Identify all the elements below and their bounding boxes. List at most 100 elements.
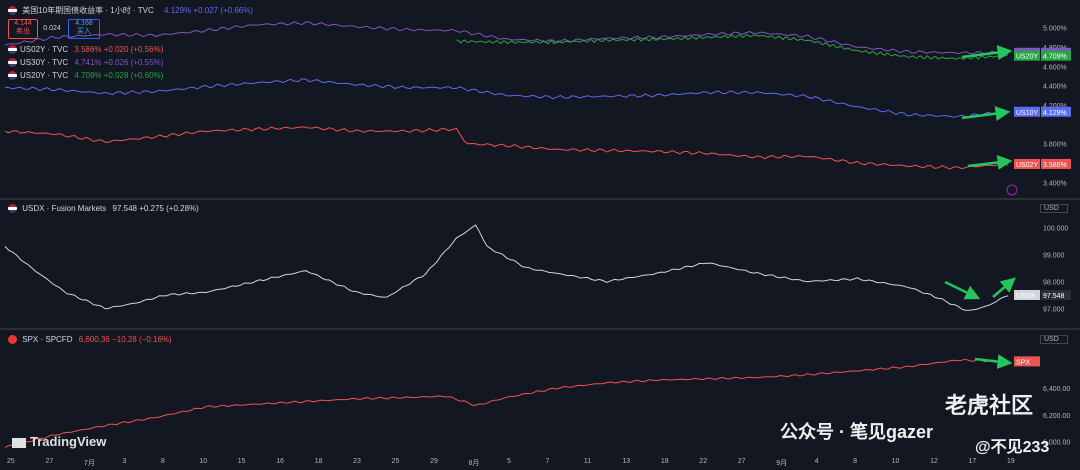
x-tick-label: 4	[814, 458, 819, 465]
last-value-price-bg	[1041, 47, 1071, 58]
us30y-symbol: US30Y · TVC	[20, 58, 69, 67]
x-tick-label: 7月	[83, 460, 95, 467]
last-value-tag-bg	[1014, 47, 1040, 58]
y-tick-label: 4.400%	[1043, 84, 1067, 91]
spx-symbol: SPX · SPCFD	[22, 335, 73, 344]
last-value-tag: SPX	[1016, 359, 1030, 366]
x-tick-label: 12	[930, 458, 938, 465]
us30y-value: 4.741% +0.026 (+0.55%)	[74, 58, 164, 67]
last-value-price: 4.709%	[1043, 54, 1067, 61]
pane-divider[interactable]	[0, 328, 1080, 330]
last-value-price: 97.548	[1043, 293, 1065, 300]
y-tick-label: 4.600%	[1043, 64, 1067, 71]
y-tick-label: 4.800%	[1043, 45, 1067, 52]
last-value-tag: US02Y	[1016, 162, 1039, 169]
last-value-price-bg	[1041, 158, 1071, 169]
spx-legend[interactable]: SPX · SPCFD 6,600.36 −10.28 (−0.16%)	[8, 334, 172, 346]
pane-divider[interactable]	[0, 198, 1080, 200]
x-tick-label: 11	[583, 458, 592, 465]
last-value-tag-bg	[1014, 50, 1040, 61]
usdx-value: 97.548 +0.275 (+0.28%)	[112, 204, 199, 213]
us20y-value: 4.709% +0.028 (+0.60%)	[74, 71, 164, 80]
x-tick-label: 10	[199, 458, 208, 465]
tradingview-chart-window: 美国10年期国债收益率 · 1小时 · TVC 4.129% +0.027 (+…	[0, 0, 1080, 470]
x-tick-label: 25	[391, 458, 400, 465]
x-tick-label: 18	[314, 458, 323, 465]
alert-icon	[1006, 184, 1018, 196]
x-tick-label: 8月	[468, 460, 480, 467]
usdx-currency-select[interactable]: USD	[1040, 204, 1068, 213]
x-tick-label: 27	[737, 458, 746, 465]
last-value-tag-bg	[1014, 106, 1040, 117]
annotation-arrow	[992, 277, 1016, 298]
us-flag-icon	[8, 71, 17, 81]
annotation-arrow	[961, 106, 1011, 122]
usdx-legend[interactable]: USDX · Fusion Markets 97.548 +0.275 (+0.…	[8, 203, 199, 215]
y-tick-label: 6,200.00	[1043, 413, 1070, 420]
x-tick-label: 22	[699, 458, 708, 465]
x-tick-label: 7	[545, 458, 550, 465]
yields-legend[interactable]: 美国10年期国债收益率 · 1小时 · TVC 4.129% +0.027 (+…	[8, 5, 253, 17]
y-tick-label: 6,400.00	[1043, 386, 1070, 393]
usdx-symbol: USDX · Fusion Markets	[22, 204, 107, 213]
last-value-tag: US10Y	[1016, 110, 1039, 117]
y-tick-label: 98.000	[1043, 280, 1065, 287]
legend-us30y[interactable]: US30Y · TVC 4.741% +0.026 (+0.55%)	[8, 57, 163, 69]
x-tick-label: 9月	[776, 460, 788, 467]
legend-us02y[interactable]: US02Y · TVC 3.586% +0.020 (+0.56%)	[8, 44, 163, 56]
sell-label: 卖出	[16, 28, 30, 35]
x-tick-label: 8	[853, 458, 858, 465]
x-tick-label: 23	[353, 458, 361, 465]
last-value-price-bg	[1041, 290, 1071, 300]
x-tick-label: 17	[968, 458, 977, 465]
y-tick-label: 3.400%	[1043, 180, 1067, 187]
spread-value: 0.024	[43, 25, 61, 32]
last-value-price-bg	[1041, 106, 1071, 117]
x-tick-label: 13	[622, 458, 631, 465]
x-tick-label: 5	[507, 458, 511, 465]
last-value-price: 4.129%	[1043, 110, 1067, 117]
last-value-price-bg	[1041, 50, 1071, 61]
series-line-usdx	[4, 224, 1009, 311]
x-tick-label: 8	[160, 458, 165, 465]
y-tick-label: 100.000	[1043, 226, 1068, 233]
legend-us20y[interactable]: US20Y · TVC 4.709% +0.028 (+0.60%)	[8, 70, 163, 82]
y-tick-label: 3.800%	[1043, 142, 1067, 149]
annotation-arrow	[974, 354, 1013, 370]
x-tick-label: 19	[1007, 458, 1015, 465]
last-value-tag-bg	[1014, 158, 1040, 169]
x-tick-label: 15	[237, 458, 246, 465]
series-line-us20y	[456, 33, 1009, 61]
buy-label: 买入	[77, 28, 91, 35]
last-value-tag: US30Y	[1016, 51, 1039, 58]
wechat-watermark: 公众号 · 笔见gazer	[780, 422, 934, 442]
annotation-arrow	[961, 45, 1013, 60]
spx-currency-select[interactable]: USD	[1040, 335, 1068, 344]
annotation-arrow	[967, 155, 1013, 170]
last-value-price: 3.586%	[1043, 162, 1067, 169]
tradingview-logo: TradingView	[12, 434, 107, 449]
us02y-symbol: US02Y · TVC	[20, 45, 69, 54]
user-watermark: @不见233	[975, 439, 1050, 456]
tiger-watermark: 老虎社区	[945, 393, 1034, 418]
x-tick-label: 29	[430, 458, 438, 465]
us-flag-icon	[8, 204, 17, 214]
sell-button[interactable]: 4.144 卖出	[8, 19, 38, 39]
us20y-symbol: US20Y · TVC	[20, 71, 69, 80]
buy-button[interactable]: 4.168 买入	[68, 19, 100, 39]
us-flag-icon	[8, 45, 17, 55]
us-flag-icon	[8, 6, 17, 16]
y-tick-label: 99.000	[1043, 253, 1065, 260]
series-line-us02y	[4, 126, 1009, 170]
last-value-tag: US20Y	[1016, 54, 1039, 61]
buy-price: 4.168	[75, 20, 93, 27]
us02y-value: 3.586% +0.020 (+0.56%)	[74, 45, 164, 54]
last-value-tag-bg	[1014, 290, 1040, 300]
last-value-tag: USDX	[1016, 293, 1036, 300]
y-tick-label: 4.200%	[1043, 103, 1067, 110]
x-tick-label: 18	[660, 458, 669, 465]
yields-symbol: 美国10年期国债收益率 · 1小时 · TVC	[22, 6, 154, 15]
x-tick-label: 16	[276, 458, 285, 465]
tradingview-logo-text: TradingView	[30, 434, 107, 449]
us-flag-icon	[8, 58, 17, 68]
